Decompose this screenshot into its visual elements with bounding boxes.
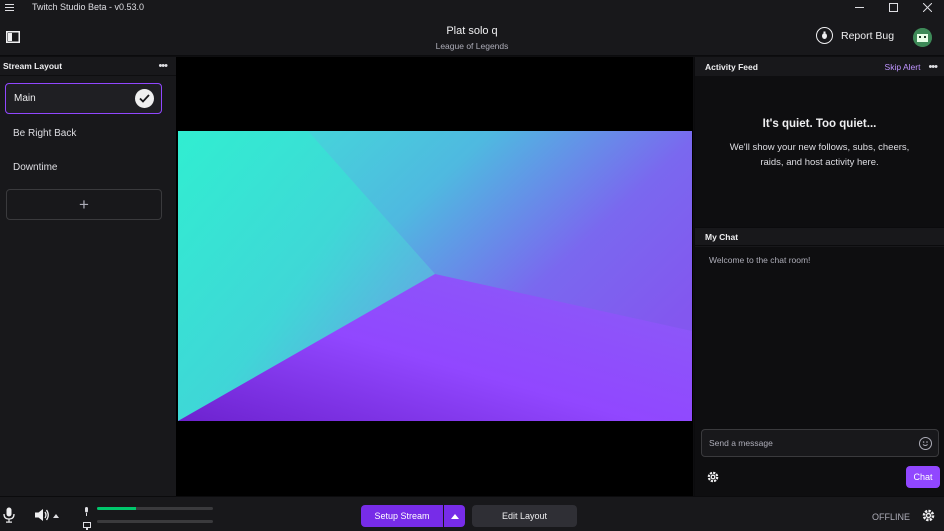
layout-item-downtime[interactable]: Downtime <box>5 152 162 183</box>
audio-options-caret-icon[interactable] <box>53 514 59 518</box>
skip-alert-button[interactable]: Skip Alert <box>885 62 921 72</box>
chat-send-button[interactable]: Chat <box>906 466 940 488</box>
mic-level-fill <box>97 507 136 510</box>
minimize-button[interactable] <box>842 0 876 14</box>
window-title: Twitch Studio Beta - v0.53.0 <box>32 2 144 12</box>
report-bug-label: Report Bug <box>841 30 894 42</box>
activity-feed-heading: Activity Feed <box>705 62 758 72</box>
more-options-icon[interactable]: ••• <box>928 63 937 71</box>
edit-layout-button[interactable]: Edit Layout <box>472 505 577 527</box>
layout-item-label: Main <box>14 93 36 104</box>
add-layout-button[interactable]: + <box>6 189 162 220</box>
activity-feed-header: Activity Feed Skip Alert ••• <box>695 57 944 76</box>
chat-settings-icon[interactable] <box>706 470 720 484</box>
title-bar: Twitch Studio Beta - v0.53.0 <box>0 0 944 14</box>
mic-meter-icon <box>83 503 90 512</box>
layout-item-main[interactable]: Main <box>5 83 162 114</box>
stream-layout-panel: Stream Layout ••• Main Be Right Back Dow… <box>0 57 176 496</box>
layout-item-label: Downtime <box>13 162 57 173</box>
report-bug-button[interactable]: Report Bug <box>816 27 894 44</box>
caret-up-icon <box>451 514 459 519</box>
desktop-audio-level-meter <box>97 520 213 523</box>
bug-icon <box>816 27 833 44</box>
layout-item-label: Be Right Back <box>13 128 76 139</box>
activity-empty-description: We'll show your new follows, subs, cheer… <box>695 140 944 170</box>
close-icon <box>923 3 932 12</box>
stream-layout-heading: Stream Layout <box>3 61 62 71</box>
setup-stream-dropdown-button[interactable] <box>444 505 465 527</box>
chat-input-container <box>701 429 939 457</box>
right-panel: Activity Feed Skip Alert ••• It's quiet.… <box>694 57 944 496</box>
settings-gear-icon[interactable] <box>921 508 936 523</box>
chat-body: Welcome to the chat room! Chat <box>695 247 944 496</box>
chat-welcome-message: Welcome to the chat room! <box>709 255 810 265</box>
desktop-audio-meter-icon <box>83 517 91 525</box>
activity-feed-body: It's quiet. Too quiet... We'll show your… <box>695 76 944 227</box>
plus-icon: + <box>79 195 89 215</box>
close-button[interactable] <box>910 0 944 14</box>
setup-stream-button[interactable]: Setup Stream <box>361 505 443 527</box>
speaker-icon[interactable] <box>34 508 50 522</box>
avatar[interactable] <box>913 28 932 47</box>
hamburger-menu-icon[interactable] <box>2 0 16 14</box>
stream-status: OFFLINE <box>872 512 910 522</box>
chat-heading: My Chat <box>705 232 738 242</box>
chat-message-input[interactable] <box>709 430 909 456</box>
activity-empty-title: It's quiet. Too quiet... <box>695 76 944 130</box>
stream-preview-area <box>176 57 693 496</box>
emoji-icon[interactable] <box>919 437 932 450</box>
mic-level-meter <box>97 507 213 510</box>
stream-preview <box>178 131 692 421</box>
bottom-bar: Setup Stream Edit Layout OFFLINE <box>0 496 944 531</box>
stream-header: Plat solo q League of Legends Report Bug <box>0 14 944 56</box>
more-options-icon[interactable]: ••• <box>158 62 167 70</box>
maximize-icon <box>889 3 898 12</box>
maximize-button[interactable] <box>876 0 910 14</box>
microphone-icon[interactable] <box>3 507 15 523</box>
minimize-icon <box>855 3 864 12</box>
chat-header: My Chat <box>695 227 944 246</box>
layout-item-be-right-back[interactable]: Be Right Back <box>5 118 162 149</box>
checkmark-icon <box>135 89 154 108</box>
stream-game: League of Legends <box>0 41 944 51</box>
stream-title[interactable]: Plat solo q <box>0 25 944 37</box>
